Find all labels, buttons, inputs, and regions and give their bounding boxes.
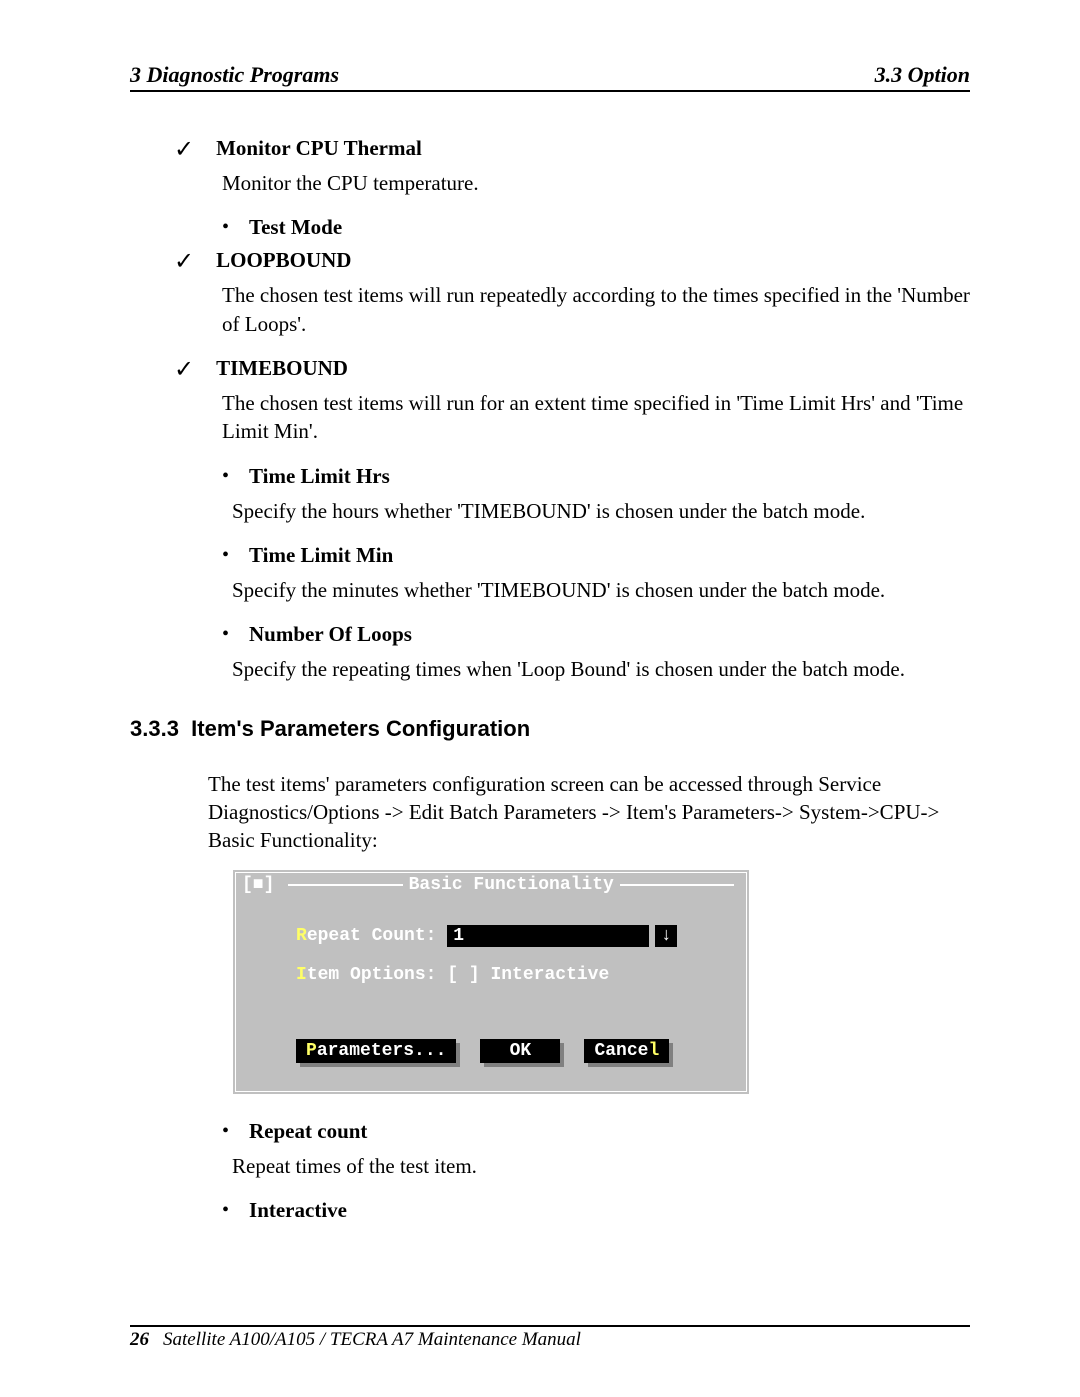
bullet-icon: • <box>222 466 229 486</box>
terminal-title: Basic Functionality <box>409 875 614 895</box>
parameters-button[interactable]: Parameters... <box>296 1039 456 1063</box>
checkmark-icon: ✓ <box>174 138 194 162</box>
body-text: Repeat times of the test item. <box>232 1152 970 1180</box>
item-options-row: Item Options: [ ] Interactive <box>236 947 746 985</box>
bullet-label: Interactive <box>249 1198 347 1223</box>
cancel-button[interactable]: Cancel <box>584 1039 669 1063</box>
body-text: Specify the hours whether 'TIMEBOUND' is… <box>232 497 970 525</box>
check-item-monitor-cpu: ✓ Monitor CPU Thermal <box>174 136 970 161</box>
bullet-number-of-loops: • Number Of Loops <box>222 622 970 647</box>
spinner-down-icon[interactable]: ↓ <box>655 925 677 947</box>
item-options-label: Item Options: <box>296 965 447 985</box>
bullet-icon: • <box>222 1200 229 1220</box>
bullet-icon: • <box>222 1121 229 1141</box>
bullet-repeat-count: • Repeat count <box>222 1119 970 1144</box>
titlebar-rule <box>620 884 734 886</box>
ok-button[interactable]: OK <box>480 1039 560 1063</box>
body-text: Monitor the CPU temperature. <box>222 169 970 197</box>
titlebar-rule <box>288 884 402 886</box>
body-text: The chosen test items will run repeatedl… <box>222 281 970 338</box>
section-heading: 3.3.3 Item's Parameters Configuration <box>130 716 970 742</box>
bullet-label: Repeat count <box>249 1119 367 1144</box>
bullet-time-limit-hrs: • Time Limit Hrs <box>222 464 970 489</box>
header-left: 3 Diagnostic Programs <box>130 62 339 88</box>
check-item-timebound: ✓ TIMEBOUND <box>174 356 970 381</box>
bullet-interactive: • Interactive <box>222 1198 970 1223</box>
repeat-count-input[interactable]: 1 <box>447 925 649 947</box>
bullet-icon: • <box>222 217 229 237</box>
repeat-count-label: Repeat Count: <box>296 926 447 946</box>
bullet-icon: • <box>222 545 229 565</box>
footer-text: Satellite A100/A105 / TECRA A7 Maintenan… <box>163 1329 581 1350</box>
bullet-label: Time Limit Hrs <box>249 464 390 489</box>
check-label: LOOPBOUND <box>216 248 351 273</box>
repeat-count-row: Repeat Count: 1 ↓ <box>236 897 746 947</box>
check-label: Monitor CPU Thermal <box>216 136 422 161</box>
page-number: 26 <box>130 1329 149 1350</box>
checkmark-icon: ✓ <box>174 358 194 382</box>
interactive-checkbox[interactable]: [ ] Interactive <box>447 965 609 985</box>
section-title: Item's Parameters Configuration <box>191 716 530 741</box>
terminal-screenshot: [■] Basic Functionality Repeat Count: 1 … <box>232 869 750 1095</box>
body-text: The chosen test items will run for an ex… <box>222 389 970 446</box>
checkmark-icon: ✓ <box>174 250 194 274</box>
bullet-time-limit-min: • Time Limit Min <box>222 543 970 568</box>
terminal-titlebar: [■] Basic Functionality <box>236 873 746 897</box>
bullet-label: Number Of Loops <box>249 622 412 647</box>
section-intro: The test items' parameters configuration… <box>208 770 970 855</box>
bullet-label: Time Limit Min <box>249 543 393 568</box>
page-footer: 26 Satellite A100/A105 / TECRA A7 Mainten… <box>130 1325 970 1351</box>
terminal-button-row: Parameters... OK Cancel <box>236 985 746 1063</box>
header-right: 3.3 Option <box>875 62 970 88</box>
bullet-label: Test Mode <box>249 215 342 240</box>
running-header: 3 Diagnostic Programs 3.3 Option <box>130 62 970 92</box>
section-number: 3.3.3 <box>130 716 179 741</box>
body-text: Specify the minutes whether 'TIMEBOUND' … <box>232 576 970 604</box>
close-icon[interactable]: [■] <box>242 875 274 895</box>
bullet-test-mode: • Test Mode <box>222 215 970 240</box>
check-label: TIMEBOUND <box>216 356 348 381</box>
check-item-loopbound: ✓ LOOPBOUND <box>174 248 970 273</box>
bullet-icon: • <box>222 624 229 644</box>
body-text: Specify the repeating times when 'Loop B… <box>232 655 970 683</box>
